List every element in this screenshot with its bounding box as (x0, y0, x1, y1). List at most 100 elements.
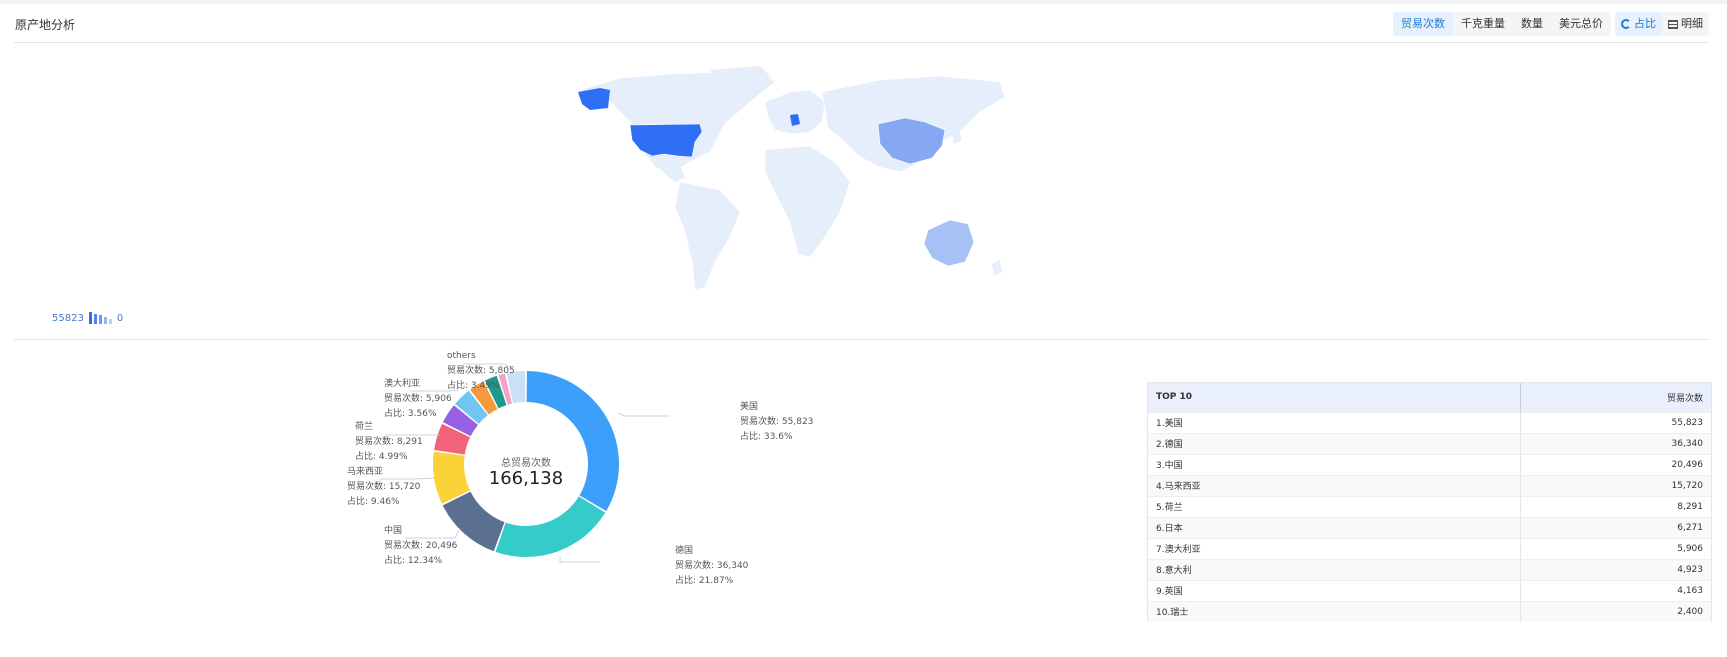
label-name: 中国 (384, 526, 403, 536)
row-value: 15,720 (1520, 474, 1711, 496)
row-country: 6.日本 (1148, 516, 1521, 538)
header-trade-count[interactable]: 贸易次数 (1520, 383, 1711, 412)
row-country: 1.美国 (1148, 411, 1521, 433)
tab-detail-label: 明细 (1681, 17, 1703, 30)
map-south-america[interactable] (674, 181, 741, 291)
metric-tabs: 贸易次数 千克重量 数量 美元总价 (1393, 12, 1611, 36)
donut-slice[interactable] (526, 371, 619, 512)
row-value: 55,823 (1520, 411, 1711, 433)
row-country: 8.意大利 (1148, 558, 1521, 580)
label-pct: 占比: 3.49% (447, 381, 500, 391)
top10-table: TOP 10 贸易次数 1.美国 55,823 2.德国 36,340 3.中国 20,4… (1147, 382, 1712, 622)
legend-min: 0 (116, 313, 124, 324)
label-count: 贸易次数: 5,805 (447, 366, 515, 376)
map-new-zealand[interactable] (992, 260, 1002, 276)
row-country: 3.中国 (1148, 453, 1521, 475)
world-map (578, 66, 1006, 291)
tab-weight-kg[interactable]: 千克重量 (1453, 12, 1513, 36)
map-usa[interactable] (629, 123, 703, 158)
label-pct: 占比: 3.56% (384, 409, 437, 419)
label-name: others (447, 351, 476, 361)
table-row[interactable]: 4.马来西亚 15,720 (1148, 474, 1711, 496)
table-row[interactable]: 6.日本 6,271 (1148, 516, 1711, 538)
donut-center-value: 166,138 (488, 468, 564, 489)
label-count: 贸易次数: 8,291 (355, 437, 423, 447)
donut-label-others: others 贸易次数: 5,805 占比: 3.49% (447, 349, 515, 394)
legend-bar (98, 315, 102, 324)
row-country: 9.英国 (1148, 579, 1521, 601)
row-country: 10.瑞士 (1148, 600, 1521, 622)
donut-label-netherlands: 荷兰 贸易次数: 8,291 占比: 4.99% (355, 420, 423, 465)
divider (14, 339, 1709, 340)
label-name: 澳大利亚 (384, 379, 421, 389)
label-pct: 占比: 33.6% (740, 432, 793, 442)
panel-title: 原产地分析 (15, 18, 76, 32)
row-country: 7.澳大利亚 (1148, 537, 1521, 559)
table-header-row: TOP 10 贸易次数 (1148, 383, 1711, 412)
legend-bar (93, 314, 97, 324)
row-value: 4,163 (1520, 579, 1711, 601)
tab-ratio-label: 占比 (1634, 17, 1656, 30)
label-name: 荷兰 (355, 422, 374, 432)
row-value: 4,923 (1520, 558, 1711, 580)
legend-bar (88, 312, 92, 324)
row-value: 8,291 (1520, 495, 1711, 517)
donut-label-australia: 澳大利亚 贸易次数: 5,906 占比: 3.56% (384, 377, 452, 422)
row-country: 4.马来西亚 (1148, 474, 1521, 496)
label-count: 贸易次数: 15,720 (347, 482, 421, 492)
legend-bar (108, 319, 112, 324)
table-row[interactable]: 9.英国 4,163 (1148, 579, 1711, 601)
row-country: 2.德国 (1148, 432, 1521, 454)
table-row[interactable]: 2.德国 36,340 (1148, 432, 1711, 454)
panel-header: 原产地分析 贸易次数 千克重量 数量 美元总价 占比 明细 (14, 4, 1709, 43)
row-value: 36,340 (1520, 432, 1711, 454)
map-legend: 55823 0 (52, 312, 123, 324)
row-country: 5.荷兰 (1148, 495, 1521, 517)
table-row[interactable]: 1.美国 55,823 (1148, 411, 1711, 433)
leader-line (559, 557, 600, 563)
table-row[interactable]: 5.荷兰 8,291 (1148, 495, 1711, 517)
donut-label-china: 中国 贸易次数: 20,496 占比: 12.34% (384, 524, 457, 569)
row-value: 20,496 (1520, 453, 1711, 475)
map-australia[interactable] (923, 219, 975, 267)
donut-center-label: 总贸易次数 (501, 458, 551, 469)
header-top10: TOP 10 (1148, 383, 1521, 412)
label-pct: 占比: 9.46% (347, 497, 400, 507)
grid-icon (1668, 19, 1678, 29)
tab-detail-view[interactable]: 明细 (1662, 12, 1709, 36)
map-alaska[interactable] (578, 88, 610, 110)
row-value: 5,906 (1520, 537, 1711, 559)
label-name: 马来西亚 (347, 467, 384, 477)
map-europe[interactable] (764, 89, 826, 135)
label-count: 贸易次数: 20,496 (384, 541, 458, 551)
donut-slice[interactable] (495, 496, 606, 557)
legend-gradient (88, 312, 112, 324)
label-count: 贸易次数: 5,906 (384, 394, 452, 404)
tab-ratio-view[interactable]: 占比 (1615, 12, 1662, 36)
legend-bar (103, 317, 107, 324)
tab-quantity[interactable]: 数量 (1513, 12, 1551, 36)
label-pct: 占比: 4.99% (355, 452, 408, 462)
tab-trade-count[interactable]: 贸易次数 (1393, 12, 1453, 36)
tab-usd-total[interactable]: 美元总价 (1551, 12, 1611, 36)
donut-label-malaysia: 马来西亚 贸易次数: 15,720 占比: 9.46% (347, 465, 420, 510)
table-row[interactable]: 7.澳大利亚 5,906 (1148, 537, 1711, 559)
map-africa[interactable] (764, 145, 851, 258)
label-pct: 占比: 12.34% (384, 556, 443, 566)
leader-line (617, 412, 670, 417)
donut-label-germany: 德国 贸易次数: 36,340 占比: 21.87% (675, 544, 748, 589)
table-row[interactable]: 10.瑞士 2,400 (1148, 600, 1711, 622)
pie-icon (1621, 19, 1631, 29)
label-name: 美国 (740, 402, 759, 412)
table-row[interactable]: 3.中国 20,496 (1148, 453, 1711, 475)
label-pct: 占比: 21.87% (675, 576, 734, 586)
legend-max: 55823 (52, 313, 84, 324)
table-row[interactable]: 8.意大利 4,923 (1148, 558, 1711, 580)
label-count: 贸易次数: 55,823 (740, 417, 814, 427)
label-name: 德国 (675, 546, 694, 556)
view-tabs: 占比 明细 (1615, 12, 1709, 36)
row-value: 6,271 (1520, 516, 1711, 538)
row-value: 2,400 (1520, 600, 1711, 622)
donut-label-usa: 美国 贸易次数: 55,823 占比: 33.6% (740, 400, 813, 445)
label-count: 贸易次数: 36,340 (675, 561, 749, 571)
